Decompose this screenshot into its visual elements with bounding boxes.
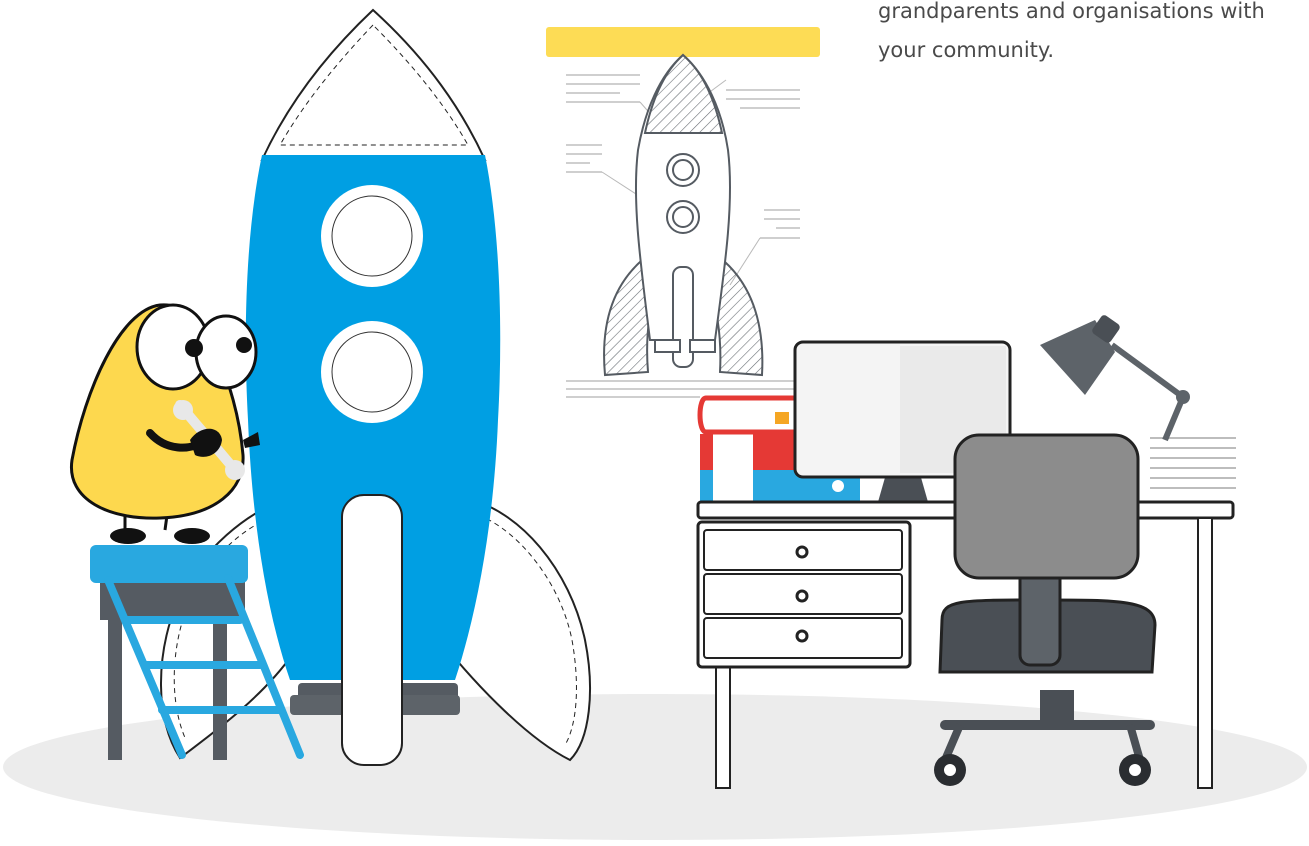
illustration-scene <box>0 0 1309 841</box>
intro-text-line-1: grandparents and organisations with <box>878 0 1265 23</box>
desk-lamp-icon <box>1040 315 1190 442</box>
intro-text-line-2: your community. <box>878 38 1054 62</box>
rocket-blueprint-poster <box>546 27 820 398</box>
yellow-mascot-holding-wrench <box>70 303 260 544</box>
blueprint-title-bar <box>546 27 820 57</box>
intro-text: grandparents and organisations with your… <box>878 0 1309 70</box>
